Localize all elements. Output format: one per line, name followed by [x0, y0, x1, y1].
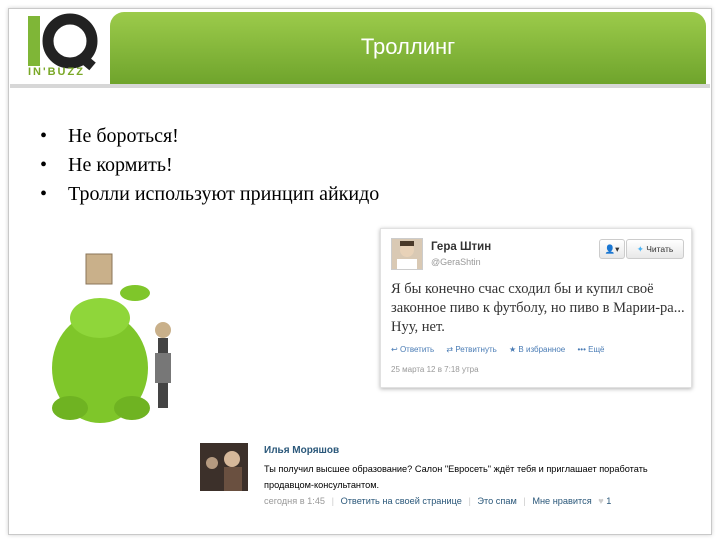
avatar[interactable]	[200, 443, 248, 491]
heart-icon[interactable]: ♥	[598, 496, 603, 506]
like-count: 1	[606, 496, 612, 506]
commenter-name[interactable]: Илья Моряшов	[264, 445, 339, 456]
reply-icon: ↩	[391, 345, 400, 354]
tweet-author-name[interactable]: Гера Штин	[431, 241, 491, 253]
spam-link[interactable]: Это спам	[477, 496, 516, 506]
reply-button[interactable]: ↩ Ответить	[391, 345, 434, 354]
comment-text: Ты получил высшее образование? Салон "Ев…	[264, 464, 648, 490]
bird-icon: ✦	[636, 244, 644, 254]
bullet-item: • Не бороться!	[40, 125, 179, 147]
retweet-button[interactable]: ⇄ Ретвитнуть	[446, 345, 496, 354]
avatar[interactable]	[391, 238, 423, 270]
comment-time[interactable]: сегодня в 1:45	[264, 496, 325, 506]
bullet-item: • Не кормить!	[40, 154, 173, 176]
tweet-text: Я бы конечно счас сходил бы и купил своё…	[391, 281, 685, 335]
like-link[interactable]: Мне нравится	[532, 496, 591, 506]
more-icon: •••	[577, 345, 589, 354]
tweet-card: Гера Штин @GeraShtin 👤▾ ✦ Читать Я бы ко…	[380, 228, 692, 388]
more-button[interactable]: ••• Ещё	[577, 345, 604, 354]
troll-illustration	[40, 248, 190, 428]
retweet-icon: ⇄	[446, 345, 456, 354]
user-menu-button[interactable]: 👤▾	[599, 239, 625, 259]
follow-button[interactable]: ✦ Читать	[626, 239, 684, 259]
bullet-list: • Не бороться! • Не кормить! • Тролли испол…	[40, 122, 379, 209]
bullet-item: • Тролли используют принцип айкидо	[40, 183, 380, 205]
slide-title: Троллинг	[360, 34, 456, 59]
title-divider	[10, 84, 710, 88]
tweet-author-handle[interactable]: @GeraShtin	[431, 257, 481, 267]
title-bar: Троллинг	[110, 12, 706, 84]
favorite-button[interactable]: ★ В избранное	[509, 345, 565, 354]
tweet-actions: ↩ Ответить ⇄ Ретвитнуть ★ В избранное ••…	[391, 345, 614, 354]
logo-subtitle: IN'BUZZ	[28, 66, 85, 78]
reply-link[interactable]: Ответить на своей странице	[341, 496, 462, 506]
star-icon: ★	[509, 345, 519, 354]
tweet-date[interactable]: 25 марта 12 в 7:18 утра	[391, 365, 479, 374]
comment-meta: сегодня в 1:45 | Ответить на своей стран…	[264, 496, 612, 506]
vk-comment: Илья Моряшов Ты получил высшее образован…	[200, 440, 690, 516]
